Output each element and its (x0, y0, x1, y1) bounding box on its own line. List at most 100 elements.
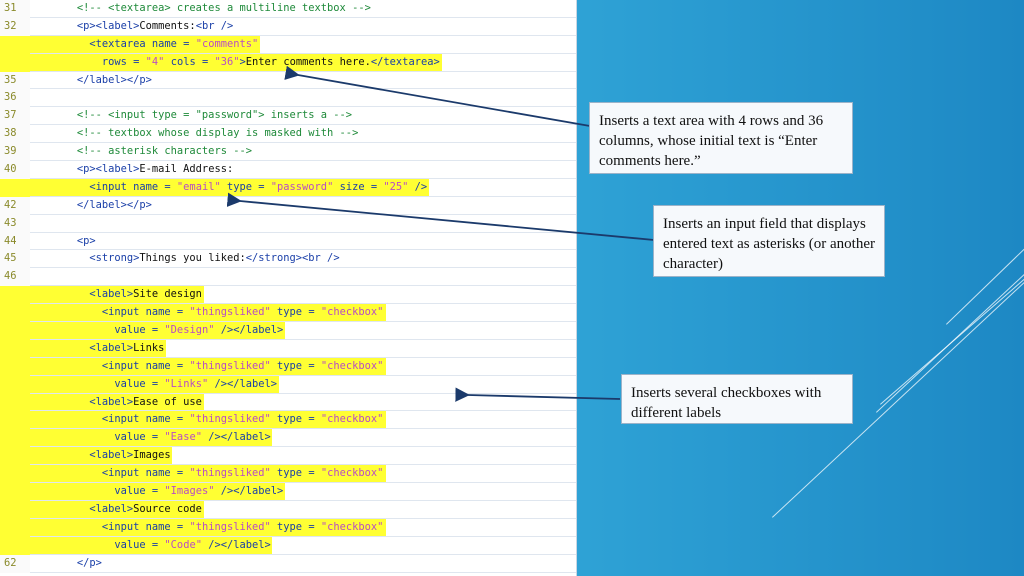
callout-textarea: Inserts a text area with 4 rows and 36 c… (589, 102, 853, 174)
code-token: Source code (133, 502, 202, 515)
callout-password-text: Inserts an input field that displays ent… (663, 216, 875, 272)
code-line: 56<label>Images (0, 447, 576, 466)
code-token: "thingsliked" (189, 520, 271, 533)
code-token: <label> (89, 288, 134, 301)
code-token: <br /> (195, 19, 234, 32)
code-token: <textarea name = (89, 37, 196, 50)
code-body: <input name = "thingsliked" type = "chec… (0, 411, 386, 429)
code-token: <!-- <input type = "password"> inserts a… (76, 109, 353, 122)
code-line: 43 (0, 214, 576, 233)
line-number: 43 (0, 214, 30, 233)
code-token: "thingsliked" (189, 467, 271, 480)
code-text: <label>Links (89, 340, 164, 358)
code-body: <input name = "thingsliked" type = "chec… (0, 465, 386, 483)
code-text: rows = "4" cols = "36">Enter comments he… (102, 54, 440, 72)
code-text: <!-- <textarea> creates a multiline text… (77, 0, 371, 18)
code-line: 32 <p><label>Comments:<br /> (0, 17, 576, 36)
code-token: "checkbox" (320, 413, 384, 426)
code-token: type = (270, 413, 321, 426)
code-token: value = (114, 377, 165, 390)
code-text: value = "Links" /></label> (114, 376, 277, 394)
line-number: 32 (0, 17, 30, 36)
code-body: <label>Ease of use (0, 393, 204, 412)
code-line: 60<input name = "thingsliked" type = "ch… (0, 518, 576, 537)
code-listing-panel: 31 <!-- <textarea> creates a multiline te… (0, 0, 577, 576)
code-body: value = "Code" /></label> (0, 536, 272, 554)
code-line: 46 (0, 268, 576, 287)
code-token: type = (270, 520, 321, 533)
decorative-line (876, 261, 1024, 413)
code-line: 52value = "Links" /></label> (0, 375, 576, 394)
code-line: 57<input name = "thingsliked" type = "ch… (0, 465, 576, 484)
code-body: <input name = "thingsliked" type = "chec… (0, 518, 386, 537)
code-token: Things you liked: (139, 252, 246, 265)
line-number: 36 (0, 89, 30, 108)
code-token: "checkbox" (320, 359, 384, 372)
line-number: 35 (0, 71, 30, 90)
code-token: "checkbox" (320, 467, 384, 480)
code-token: value = (114, 324, 165, 337)
code-line: 55value = "Ease" /></label> (0, 429, 576, 448)
code-token: "email" (176, 180, 221, 193)
code-line: 62 </p> (0, 554, 576, 573)
code-token: "thingsliked" (189, 413, 271, 426)
code-token: <label> (89, 395, 134, 408)
code-token: Comments: (139, 19, 196, 32)
code-token: <input name = (101, 467, 190, 480)
code-token: cols = (164, 55, 215, 68)
code-line: 40 <p><label>E-mail Address: (0, 161, 576, 179)
code-text: <!-- textbox whose display is masked wit… (77, 125, 359, 143)
code-line: 34rows = "4" cols = "36">Enter comments … (0, 53, 576, 72)
code-text: </label></p> (77, 197, 152, 215)
code-token: <!-- textbox whose display is masked wit… (76, 127, 359, 140)
code-token: "password" (270, 180, 334, 193)
code-token: Ease of use (133, 395, 202, 408)
line-number: 44 (0, 232, 30, 251)
code-line: 54<input name = "thingsliked" type = "ch… (0, 411, 576, 430)
code-text: <p><label>E-mail Address: (77, 161, 233, 179)
code-text: <input name = "email" type = "password" … (89, 179, 427, 197)
code-line: 35 </label></p> (0, 71, 576, 90)
code-text: <input name = "thingsliked" type = "chec… (102, 358, 384, 376)
code-token: /></label> (214, 324, 284, 337)
code-token: "25" (383, 180, 409, 193)
code-token: <p><label> (76, 163, 140, 176)
code-token: value = (114, 485, 165, 498)
code-body: <label>Source code (0, 500, 204, 519)
line-number: 39 (0, 143, 30, 162)
code-token: /></label> (201, 538, 271, 551)
code-token: "36" (214, 55, 240, 68)
code-token: <input name = (89, 180, 177, 193)
code-body: value = "Links" /></label> (0, 375, 279, 394)
code-token: <input name = (101, 306, 190, 319)
code-token: <!-- <textarea> creates a multiline text… (76, 2, 371, 14)
code-line: 53<label>Ease of use (0, 393, 576, 412)
code-line: 48<input name = "thingsliked" type = "ch… (0, 304, 576, 323)
code-text: <input name = "thingsliked" type = "chec… (102, 519, 384, 537)
code-text: <label>Ease of use (89, 394, 202, 412)
code-token: Links (133, 341, 165, 354)
code-line: 31 <!-- <textarea> creates a multiline te… (0, 0, 576, 18)
code-token: <label> (89, 341, 134, 354)
code-text: <label>Source code (89, 501, 202, 519)
code-body: value = "Ease" /></label> (0, 429, 272, 447)
callout-checkboxes: Inserts several checkboxes with differen… (621, 374, 853, 424)
code-text: <strong>Things you liked:</strong><br /> (89, 250, 339, 268)
code-line: 47<label>Site design (0, 286, 576, 305)
code-body: <label>Images (0, 447, 172, 465)
code-text: </p> (77, 555, 102, 573)
code-line: 42 </label></p> (0, 196, 576, 215)
code-token: </textarea> (370, 55, 440, 68)
code-token: </strong><br /> (245, 252, 340, 265)
callout-textarea-text: Inserts a text area with 4 rows and 36 c… (599, 113, 824, 169)
code-token: Images (133, 449, 171, 462)
callout-password: Inserts an input field that displays ent… (653, 205, 885, 277)
code-text: <p><label>Comments:<br /> (77, 18, 233, 36)
code-token: type = (220, 180, 271, 193)
code-line: 59<label>Source code (0, 500, 576, 519)
code-text: value = "Ease" /></label> (114, 429, 270, 447)
code-text: <!-- asterisk characters --> (77, 143, 252, 161)
code-line: 51<input name = "thingsliked" type = "ch… (0, 357, 576, 376)
code-token: "Design" (164, 324, 215, 337)
line-number: 37 (0, 107, 30, 126)
